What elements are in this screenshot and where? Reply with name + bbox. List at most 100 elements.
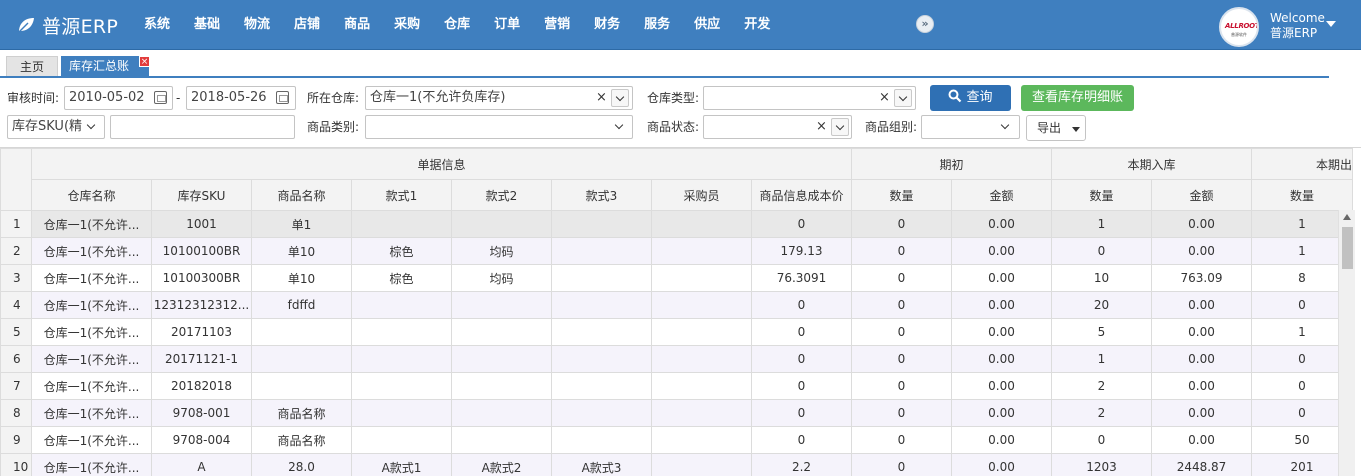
query-button[interactable]: 查询 (930, 85, 1011, 111)
warehouse-type-select[interactable]: × (703, 86, 916, 110)
sku-input[interactable] (110, 115, 295, 139)
column-header[interactable]: 仓库名称 (31, 179, 152, 211)
table-cell: A (151, 453, 252, 476)
column-header[interactable]: 采购员 (651, 179, 752, 211)
table-cell: 0 (751, 291, 852, 319)
tab-home[interactable]: 主页 (6, 56, 58, 76)
export-button[interactable]: 导出 (1026, 115, 1086, 141)
warehouse-label: 所在仓库: (307, 91, 360, 105)
column-header[interactable]: 商品名称 (251, 179, 352, 211)
table-cell: 仓库一1(不允许... (31, 237, 152, 265)
column-header[interactable]: 数量 (851, 179, 952, 211)
table-cell (551, 210, 652, 238)
table-cell (451, 399, 552, 427)
table-cell (451, 291, 552, 319)
nav-item[interactable]: 店铺 (282, 0, 332, 50)
table-cell: A款式3 (551, 453, 652, 476)
nav-item[interactable]: 供应 (682, 0, 732, 50)
table-cell: 763.09 (1151, 264, 1252, 292)
vertical-scrollbar[interactable] (1338, 210, 1355, 476)
table-row[interactable]: 2 仓库一1(不允许... 10100100BR 单10 棕色 均码 179.13 0 0.00… (0, 237, 1353, 265)
nav-item[interactable]: 商品 (332, 0, 382, 50)
table-row[interactable]: 5 仓库一1(不允许... 20171103 0 0 0.00 5 0.00 1 (0, 318, 1353, 346)
nav-item[interactable]: 基础 (182, 0, 232, 50)
nav-item[interactable]: 采购 (382, 0, 432, 50)
table-cell: 0 (751, 399, 852, 427)
user-menu[interactable]: Welcome 普源ERP (1270, 11, 1325, 41)
avatar[interactable]: ALLROOT 普源软件 (1219, 7, 1259, 47)
calendar-icon[interactable] (276, 91, 289, 104)
chevron-down-icon[interactable] (611, 89, 629, 107)
row-number-header (0, 148, 32, 211)
top-bar: 普源ERP 系统 基础 物流 店铺 商品 采购 仓库 订单 营销 财务 服务 供应 开发 » ALLRO… (0, 0, 1361, 50)
nav-item[interactable]: 服务 (632, 0, 682, 50)
table-cell (651, 453, 752, 476)
nav-item[interactable]: 物流 (232, 0, 282, 50)
column-header[interactable]: 数量 (1051, 179, 1152, 211)
table-row[interactable]: 9 仓库一1(不允许... 9708-004 商品名称 0 0 0.00 0 0.00 50 (0, 426, 1353, 454)
table-cell: 0 (851, 426, 952, 454)
scroll-up-icon[interactable] (1343, 214, 1351, 220)
chevron-down-icon[interactable] (831, 118, 849, 136)
calendar-icon[interactable] (154, 91, 167, 104)
date-from-field[interactable]: 2010-05-02 (64, 86, 173, 110)
column-header[interactable]: 商品信息成本价 (751, 179, 852, 211)
chevron-down-icon[interactable] (83, 118, 101, 136)
table-row[interactable]: 10 仓库一1(不允许... A 28.0 A款式1 A款式2 A款式3 2.2 0 0.00 12… (0, 453, 1353, 476)
table-cell: 0.00 (1151, 210, 1252, 238)
column-header[interactable]: 款式2 (451, 179, 552, 211)
nav-item[interactable]: 系统 (133, 0, 182, 50)
table-row[interactable]: 6 仓库一1(不允许... 20171121-1 0 0 0.00 1 0.00 0 (0, 345, 1353, 373)
leaf-icon (18, 18, 34, 33)
table-cell: 12312312312... (151, 291, 252, 319)
table-row[interactable]: 3 仓库一1(不允许... 10100300BR 单10 棕色 均码 76.3091 0 0.0… (0, 264, 1353, 292)
chevron-down-icon[interactable] (997, 118, 1015, 136)
table-cell: 28.0 (251, 453, 352, 476)
nav-item[interactable]: 营销 (532, 0, 582, 50)
column-header[interactable]: 款式3 (551, 179, 652, 211)
nav-item[interactable]: 仓库 (432, 0, 482, 50)
table-cell: 0.00 (951, 318, 1052, 346)
expand-icon[interactable]: » (916, 15, 934, 33)
chevron-down-icon[interactable] (894, 89, 912, 107)
table-row[interactable]: 1 仓库一1(不允许... 1001 单1 0 0 0.00 1 0.00 1 (0, 210, 1353, 238)
category-select[interactable] (365, 115, 633, 139)
clear-icon[interactable]: × (816, 116, 827, 138)
table-row[interactable]: 4 仓库一1(不允许... 12312312312... fdffd 0 0 0.00 20 0… (0, 291, 1353, 319)
close-icon[interactable]: × (139, 56, 150, 67)
table-row[interactable]: 8 仓库一1(不允许... 9708-001 商品名称 0 0 0.00 2 0.00 0 (0, 399, 1353, 427)
table-cell: 单10 (251, 237, 352, 265)
sku-mode-select[interactable]: 库存SKU(精 (7, 115, 105, 139)
scroll-thumb[interactable] (1342, 227, 1353, 269)
table-cell (651, 399, 752, 427)
nav-item[interactable]: 订单 (482, 0, 532, 50)
column-header[interactable]: 金额 (1151, 179, 1252, 211)
view-detail-button[interactable]: 查看库存明细账 (1021, 85, 1134, 111)
chevron-down-icon[interactable] (611, 118, 629, 136)
app-logo[interactable]: 普源ERP (16, 12, 118, 38)
table-cell: 0.00 (1151, 345, 1252, 373)
table-cell (451, 210, 552, 238)
warehouse-select[interactable]: 仓库一1(不允许负库存) × (365, 86, 633, 110)
clear-icon[interactable]: × (596, 87, 607, 109)
tab-inventory-summary[interactable]: 库存汇总账 (61, 56, 149, 76)
table-row[interactable]: 7 仓库一1(不允许... 20182018 0 0 0.00 2 0.00 0 (0, 372, 1353, 400)
chevron-down-icon[interactable] (1326, 21, 1336, 27)
nav-item[interactable]: 开发 (732, 0, 782, 50)
table-cell: 0 (851, 345, 952, 373)
group-select[interactable] (921, 115, 1020, 139)
column-header[interactable]: 数量 (1251, 179, 1353, 211)
column-header[interactable]: 款式1 (351, 179, 452, 211)
nav-item[interactable]: 财务 (582, 0, 632, 50)
group-label: 商品组别: (865, 120, 918, 134)
table-cell: 2448.87 (1151, 453, 1252, 476)
clear-icon[interactable]: × (879, 87, 890, 109)
column-header[interactable]: 库存SKU (151, 179, 252, 211)
column-header[interactable]: 金额 (951, 179, 1052, 211)
category-label: 商品类别: (307, 120, 360, 134)
warehouse-type-label: 仓库类型: (647, 91, 700, 105)
table-cell (551, 426, 652, 454)
date-to-field[interactable]: 2018-05-26 (186, 86, 296, 110)
status-select[interactable]: × (703, 115, 852, 139)
table-cell: A款式2 (451, 453, 552, 476)
